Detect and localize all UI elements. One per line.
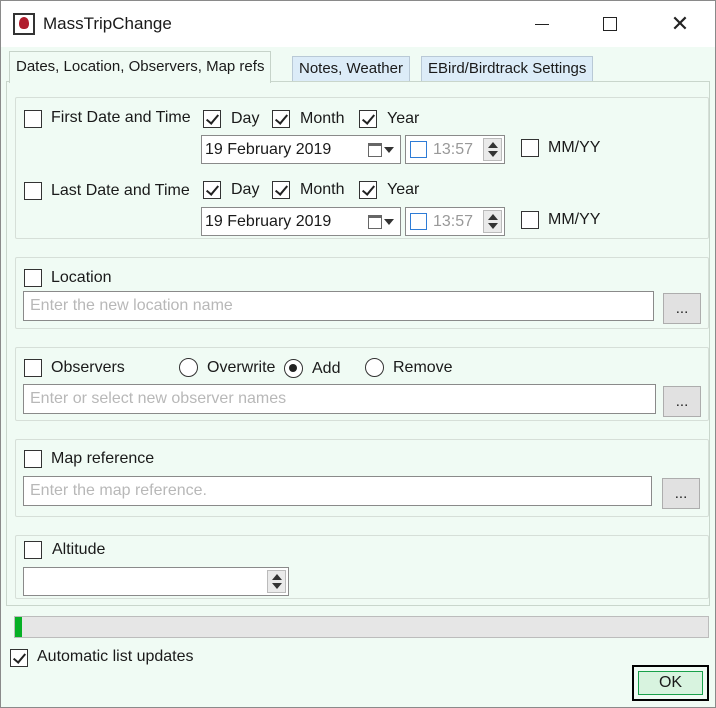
- observers-label: Observers: [51, 359, 125, 376]
- first-date-dropdown[interactable]: [368, 139, 398, 160]
- spin-up-icon: [272, 574, 282, 580]
- progress-bar: [14, 616, 709, 638]
- last-time-checkbox[interactable]: [410, 213, 427, 230]
- altitude-group: Altitude: [15, 535, 709, 599]
- last-day-label: Day: [231, 181, 260, 198]
- last-time-picker[interactable]: 13:57: [405, 207, 505, 236]
- location-browse-button[interactable]: ...: [663, 293, 701, 324]
- first-date-label: First Date and Time: [51, 109, 191, 126]
- last-time-spinner[interactable]: [483, 210, 502, 233]
- last-mmyy-checkbox[interactable]: [521, 211, 539, 229]
- last-date-checkbox[interactable]: [24, 182, 42, 200]
- tab-notes-weather[interactable]: Notes, Weather: [292, 56, 410, 82]
- spin-down-icon: [488, 223, 498, 229]
- map-reference-group: Map reference Enter the map reference. .…: [15, 439, 709, 517]
- first-year-label: Year: [387, 110, 420, 127]
- spin-down-icon: [488, 151, 498, 157]
- last-year-label: Year: [387, 181, 420, 198]
- radio-remove-label: Remove: [393, 359, 453, 376]
- map-reference-label: Map reference: [51, 450, 155, 467]
- location-input[interactable]: Enter the new location name: [23, 291, 654, 321]
- location-label: Location: [51, 269, 112, 286]
- last-date-picker[interactable]: 19 February 2019: [201, 207, 401, 236]
- last-year-checkbox[interactable]: [359, 181, 377, 199]
- title-bar: MassTripChange ✕: [1, 1, 715, 47]
- first-year-checkbox[interactable]: [359, 110, 377, 128]
- radio-overwrite-label: Overwrite: [207, 359, 276, 376]
- map-reference-browse-button[interactable]: ...: [662, 478, 700, 509]
- progress-fill: [15, 617, 22, 637]
- close-icon: ✕: [670, 11, 690, 36]
- map-reference-input[interactable]: Enter the map reference.: [23, 476, 652, 506]
- altitude-spinner[interactable]: [267, 570, 286, 593]
- altitude-spinbox[interactable]: [23, 567, 289, 596]
- dates-group: First Date and Time Day Month Year 19 Fe…: [15, 97, 709, 239]
- radio-add-label: Add: [312, 360, 341, 377]
- first-day-label: Day: [231, 110, 260, 127]
- auto-updates-label: Automatic list updates: [37, 648, 194, 665]
- first-time-spinner[interactable]: [483, 138, 502, 161]
- observers-group: Observers Overwrite Add Remove Enter or …: [15, 347, 709, 421]
- minimize-button[interactable]: [519, 1, 565, 47]
- radio-overwrite[interactable]: [179, 358, 198, 377]
- location-group: Location Enter the new location name ...: [15, 257, 709, 329]
- last-mmyy-label: MM/YY: [548, 211, 601, 228]
- first-mmyy-label: MM/YY: [548, 139, 601, 156]
- close-button[interactable]: ✕: [657, 1, 703, 47]
- minimize-icon: [535, 23, 549, 25]
- first-time-value: 13:57: [433, 141, 474, 158]
- radio-remove[interactable]: [365, 358, 384, 377]
- first-month-checkbox[interactable]: [272, 110, 290, 128]
- altitude-label: Altitude: [52, 541, 106, 558]
- map-reference-checkbox[interactable]: [24, 450, 42, 468]
- app-icon: [13, 13, 35, 35]
- maximize-button[interactable]: [587, 1, 633, 47]
- auto-updates-checkbox[interactable]: [10, 649, 28, 667]
- last-time-value: 13:57: [433, 213, 474, 230]
- mass-trip-change-window: MassTripChange ✕ Dates, Location, Observ…: [0, 0, 716, 708]
- last-date-value: 19 February 2019: [205, 213, 332, 230]
- spin-up-icon: [488, 142, 498, 148]
- tab-dates-location[interactable]: Dates, Location, Observers, Map refs: [9, 51, 272, 83]
- ok-button[interactable]: OK: [632, 665, 709, 701]
- first-time-picker[interactable]: 13:57: [405, 135, 505, 164]
- ok-button-label: OK: [638, 671, 703, 695]
- first-month-label: Month: [300, 110, 345, 127]
- last-day-checkbox[interactable]: [203, 181, 221, 199]
- spin-up-icon: [488, 214, 498, 220]
- chevron-down-icon: [384, 218, 394, 225]
- observers-checkbox[interactable]: [24, 359, 42, 377]
- window-title: MassTripChange: [43, 14, 172, 33]
- maximize-icon: [603, 17, 617, 31]
- first-date-value: 19 February 2019: [205, 141, 332, 158]
- last-month-checkbox[interactable]: [272, 181, 290, 199]
- last-date-dropdown[interactable]: [368, 211, 398, 232]
- observers-browse-button[interactable]: ...: [663, 386, 701, 417]
- calendar-icon: [368, 142, 382, 157]
- location-checkbox[interactable]: [24, 269, 42, 287]
- altitude-checkbox[interactable]: [24, 541, 42, 559]
- chevron-down-icon: [384, 146, 394, 153]
- first-date-checkbox[interactable]: [24, 110, 42, 128]
- observers-input[interactable]: Enter or select new observer names: [23, 384, 656, 414]
- first-day-checkbox[interactable]: [203, 110, 221, 128]
- last-month-label: Month: [300, 181, 345, 198]
- tab-ebird-settings[interactable]: EBird/Birdtrack Settings: [421, 56, 594, 82]
- last-date-label: Last Date and Time: [51, 182, 190, 199]
- first-time-checkbox[interactable]: [410, 141, 427, 158]
- first-mmyy-checkbox[interactable]: [521, 139, 539, 157]
- spin-down-icon: [272, 583, 282, 589]
- radio-add[interactable]: [284, 359, 303, 378]
- calendar-icon: [368, 214, 382, 229]
- first-date-picker[interactable]: 19 February 2019: [201, 135, 401, 164]
